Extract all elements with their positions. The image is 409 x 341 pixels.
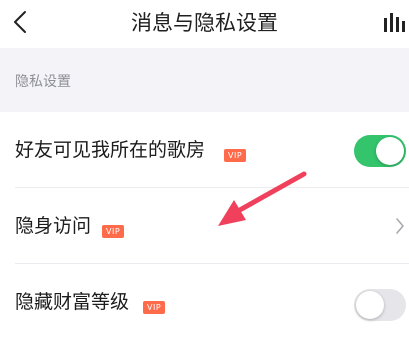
pointer-arrow-icon [218, 171, 307, 226]
hide-wealth-level-toggle[interactable] [354, 289, 406, 321]
toggle-knob [356, 291, 384, 319]
chevron-right-icon [396, 218, 404, 234]
vip-badge: VIP [102, 225, 125, 238]
section-header: 隐私设置 [0, 48, 409, 112]
vip-badge: VIP [143, 301, 166, 314]
row-label: 隐藏财富等级 [15, 291, 130, 313]
settings-row-hide-wealth-level[interactable]: 隐藏财富等级 VIP [0, 264, 409, 340]
row-label: 隐身访问 [15, 215, 92, 237]
section-title: 隐私设置 [15, 74, 71, 90]
row-label: 好友可见我所在的歌房 [15, 139, 206, 161]
friends-see-room-toggle[interactable] [354, 135, 406, 167]
nav-bar: 消息与隐私设置 [0, 0, 409, 48]
toggle-knob [376, 137, 404, 165]
page-title: 消息与隐私设置 [131, 11, 278, 35]
vip-badge: VIP [224, 149, 247, 162]
stats-button[interactable] [383, 12, 409, 36]
bar-chart-icon [384, 13, 405, 32]
